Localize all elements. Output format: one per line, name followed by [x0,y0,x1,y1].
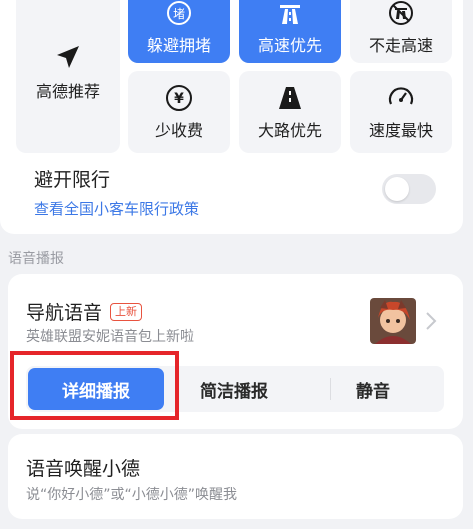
route-preference-card: 高德推荐 堵 躲避拥堵 高速优先 不走高速 ¥ 少收费 大路优先 速度最快 避开… [0,0,463,234]
route-option-less-toll[interactable]: ¥ 少收费 [128,71,230,153]
new-badge: 上新 [110,302,143,321]
mode-concise-button[interactable]: 简洁播报 [166,366,302,412]
route-option-main-road[interactable]: 大路优先 [239,71,341,153]
restriction-policy-link[interactable]: 查看全国小客车限行政策 [34,198,199,219]
toggle-knob [385,177,409,201]
route-option-highway-first[interactable]: 高速优先 [239,0,341,63]
route-option-label: 速度最快 [368,121,433,140]
route-option-avoid-congestion[interactable]: 堵 躲避拥堵 [128,0,230,63]
avoid-restriction-title: 避开限行 [34,169,111,191]
voice-wake-title: 语音唤醒小德 [26,458,141,480]
nav-voice-title: 导航语音 [26,302,103,324]
route-option-recommend[interactable]: 高德推荐 [16,0,120,153]
section-label-voice: 语音播报 [8,251,64,267]
no-highway-icon [386,0,416,28]
avoid-restriction-toggle[interactable] [382,174,436,204]
route-option-fastest[interactable]: 速度最快 [350,71,452,153]
yuan-glyph: ¥ [174,91,184,107]
highway-icon [275,0,305,28]
avoid-restriction-row: 避开限行 查看全国小客车限行政策 [34,165,199,219]
congestion-glyph: 堵 [173,7,185,21]
voice-pack-avatar[interactable] [370,298,416,344]
voice-wake-subtitle: 说“你好小德”或“小德小德”唤醒我 [26,487,238,503]
route-option-label: 高速优先 [257,35,322,55]
chevron-right-icon[interactable] [425,311,437,336]
route-option-label: 高德推荐 [35,81,100,101]
route-option-label: 大路优先 [257,121,322,140]
nav-voice-subtitle: 英雄联盟安妮语音包上新啦 [26,329,194,345]
paper-plane-icon [53,42,83,72]
route-option-label: 不走高速 [368,35,433,55]
congestion-icon: 堵 [164,0,194,28]
route-option-no-highway[interactable]: 不走高速 [350,0,452,63]
yuan-icon: ¥ [164,83,194,113]
highlight-box [10,351,179,420]
road-icon [275,83,305,113]
speedometer-icon [386,83,416,113]
route-option-label: 少收费 [154,121,203,140]
mode-mute-button[interactable]: 静音 [304,366,442,412]
route-option-label: 躲避拥堵 [146,35,211,55]
nav-voice-row[interactable]: 导航语音 上新 [26,298,143,325]
